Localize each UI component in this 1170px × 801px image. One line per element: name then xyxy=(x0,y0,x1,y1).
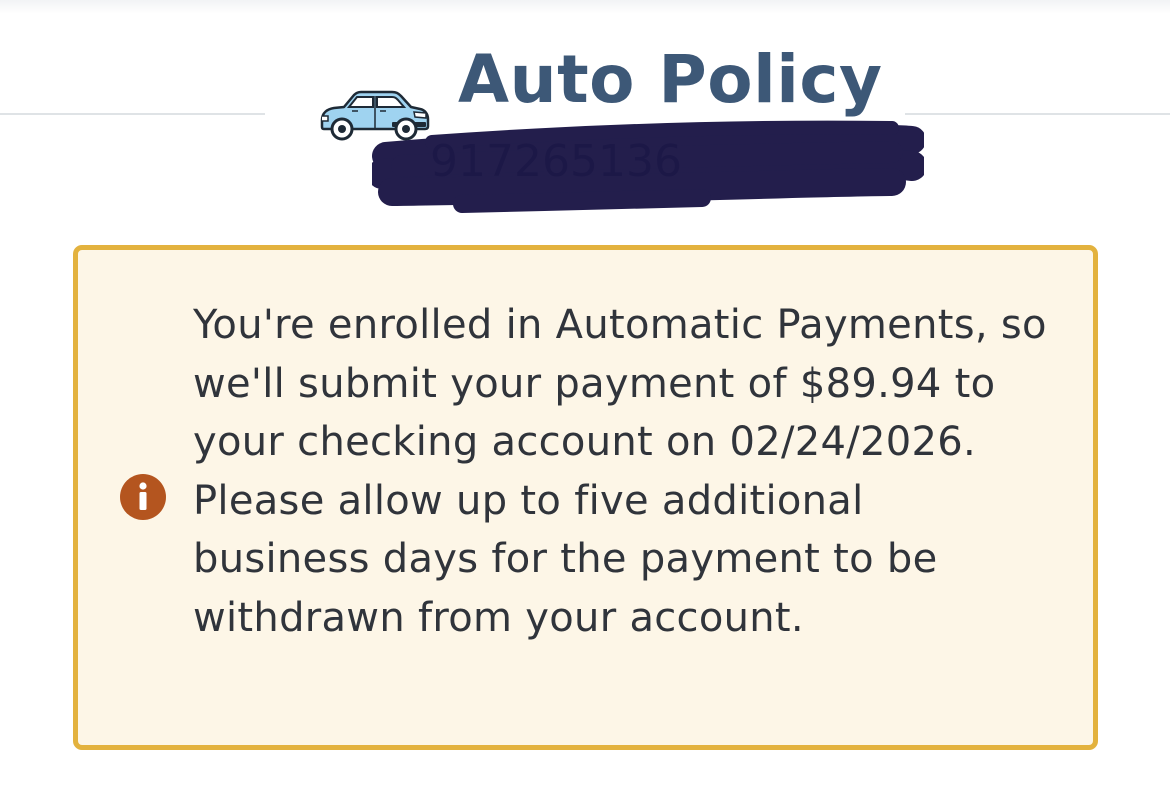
redaction-scribble xyxy=(372,120,924,213)
policy-page: Auto Policy 917265136 You're enrolled in… xyxy=(0,0,1170,801)
header-divider-right xyxy=(905,113,1170,115)
page-title: Auto Policy xyxy=(458,41,883,118)
top-edge-shadow xyxy=(0,0,1170,14)
header-divider-left xyxy=(0,113,265,115)
autopay-message: You're enrolled in Automatic Payments, s… xyxy=(193,302,1047,641)
info-icon xyxy=(120,474,166,520)
